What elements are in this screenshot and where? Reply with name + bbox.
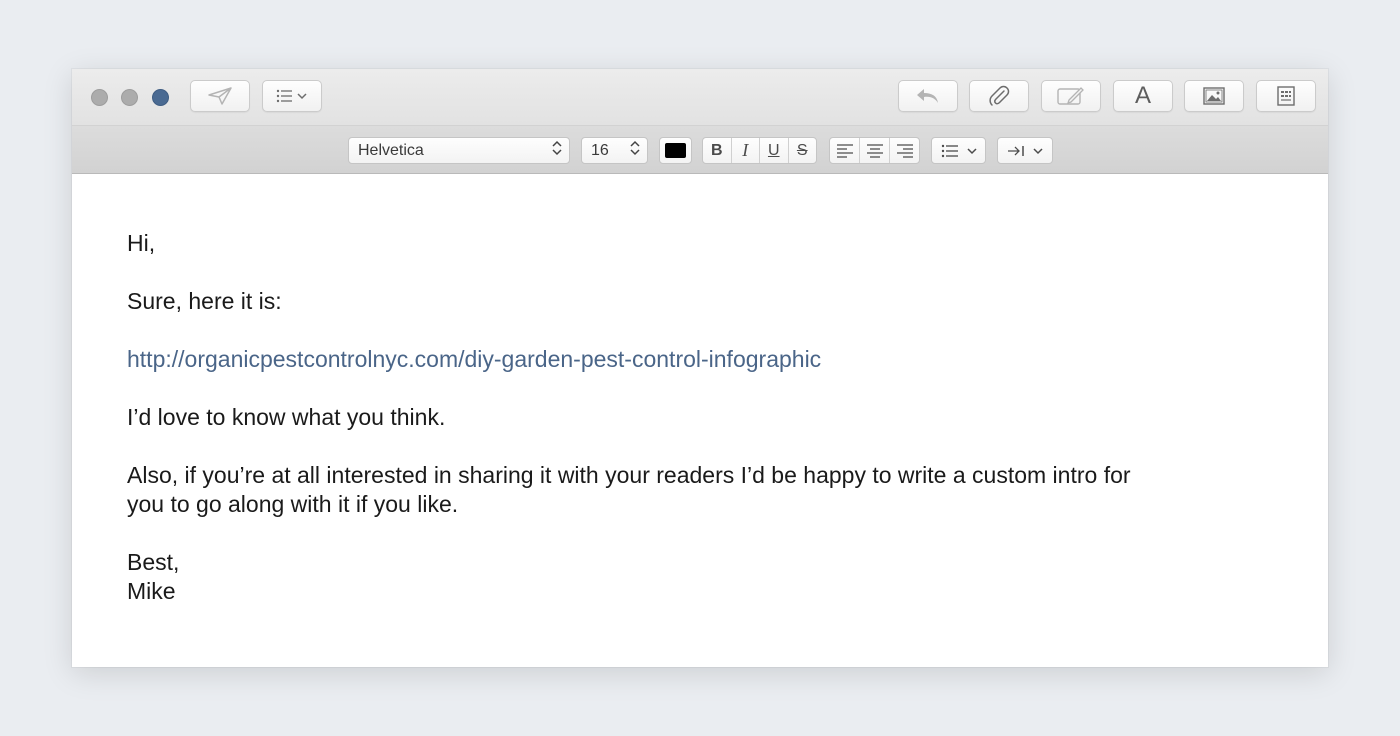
body-line: Sure, here it is: [127,288,282,314]
infographic-link[interactable]: http://organicpestcontrolnyc.com/diy-gar… [127,345,1131,374]
header-fields-icon [275,88,309,104]
zoom-window-button[interactable] [152,89,169,106]
italic-button[interactable]: I [732,138,760,163]
chevron-down-icon [1033,147,1043,154]
body-line: I’d love to know what you think. [127,404,446,430]
stepper-arrows-icon [551,139,563,162]
strikethrough-button[interactable]: S [789,138,817,163]
markup-icon [1056,85,1086,107]
markup-button[interactable] [1041,80,1101,112]
message-body[interactable]: Hi, Sure, here it is: http://organicpest… [127,229,1131,606]
text-color-swatch [665,143,686,158]
chevron-down-icon [966,147,977,154]
reply-icon [914,86,942,106]
align-center-icon [866,143,883,158]
format-bar: Helvetica 16 B I U S [72,126,1328,174]
format-icon: A [1134,82,1151,109]
list-icon [941,144,958,157]
attach-button[interactable] [969,80,1029,112]
align-right-icon [896,143,913,158]
photo-browser-icon [1201,86,1227,106]
minimize-window-button[interactable] [121,89,138,106]
underline-button[interactable]: U [760,138,789,163]
header-fields-button[interactable] [262,80,322,112]
stepper-arrows-icon [629,139,641,162]
font-family-select[interactable]: Helvetica [348,137,570,164]
indent-select[interactable] [997,137,1053,164]
alignment-group [829,137,920,164]
greeting-line: Hi, [127,230,156,256]
text-color-button[interactable] [659,137,692,164]
align-left-button[interactable] [830,138,860,163]
format-button[interactable]: A [1113,80,1173,112]
bold-button[interactable]: B [703,138,732,163]
align-left-icon [836,143,853,158]
stationery-icon [1276,85,1296,107]
text-style-group: B I U S [702,137,817,164]
font-family-value: Helvetica [358,141,424,159]
send-button[interactable] [190,80,250,112]
stationery-button[interactable] [1256,80,1316,112]
signoff-line: Best, [127,549,180,575]
body-line: you to go along with it if you like. [127,491,459,517]
align-center-button[interactable] [860,138,890,163]
title-toolbar: A [72,69,1328,126]
list-style-select[interactable] [931,137,986,164]
compose-window: A Helvetica 16 B I U S Hi, Sure, here it… [72,69,1328,667]
reply-button[interactable] [898,80,958,112]
close-window-button[interactable] [91,89,108,106]
font-size-select[interactable]: 16 [581,137,648,164]
font-size-value: 16 [591,141,609,159]
signature-name: Mike [127,578,176,604]
body-line: Also, if you’re at all interested in sha… [127,462,1131,488]
align-right-button[interactable] [890,138,919,163]
attachment-icon [988,84,1010,108]
indent-icon [1008,145,1024,156]
send-icon [207,86,233,106]
photo-browser-button[interactable] [1184,80,1244,112]
